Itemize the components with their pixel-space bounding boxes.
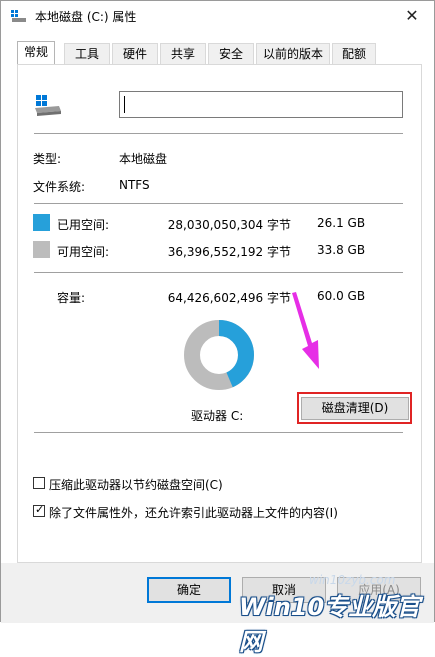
window-title: 本地磁盘 (C:) 属性 <box>35 10 137 24</box>
checkmark-icon: ✓ <box>35 503 45 516</box>
capacity-label: 容量: <box>57 291 86 305</box>
used-space-size: 26.1 GB <box>317 216 366 230</box>
drive-icon-small <box>11 10 26 22</box>
tab-general[interactable]: 常规 <box>17 41 55 65</box>
watermark-logo: Win10专业版官网 <box>239 593 421 656</box>
highlight-box-annotation <box>297 392 412 424</box>
filesystem-label: 文件系统: <box>33 180 86 194</box>
index-label: 除了文件属性外，还允许索引此驱动器上文件的内容(I) <box>49 506 338 520</box>
used-space-label: 已用空间: <box>57 218 110 232</box>
tab-sharing[interactable]: 共享 <box>160 43 206 64</box>
divider <box>34 133 403 134</box>
compress-checkbox[interactable] <box>33 477 45 489</box>
text-caret <box>124 96 125 113</box>
tab-tools[interactable]: 工具 <box>64 43 110 64</box>
drive-icon <box>35 95 61 116</box>
tab-security[interactable]: 安全 <box>208 43 254 64</box>
divider <box>34 203 403 204</box>
free-space-bytes: 36,396,552,192 字节 <box>167 245 291 259</box>
close-button[interactable]: ✕ <box>400 5 424 27</box>
type-label: 类型: <box>33 152 62 166</box>
free-space-size: 33.8 GB <box>317 243 366 257</box>
used-space-bytes: 28,030,050,304 字节 <box>167 218 291 232</box>
compress-label: 压缩此驱动器以节约磁盘空间(C) <box>49 478 223 492</box>
tab-quota[interactable]: 配额 <box>332 43 376 64</box>
tab-hardware[interactable]: 硬件 <box>112 43 158 64</box>
filesystem-value: NTFS <box>119 178 150 192</box>
title-bar: 本地磁盘 (C:) 属性 ✕ <box>1 1 434 31</box>
ok-button[interactable]: 确定 <box>147 577 231 603</box>
capacity-bytes: 64,426,602,496 字节 <box>167 291 291 305</box>
type-value: 本地磁盘 <box>119 152 168 166</box>
free-space-label: 可用空间: <box>57 245 110 259</box>
usage-donut-chart <box>184 320 254 390</box>
used-space-swatch <box>33 214 50 231</box>
free-space-swatch <box>33 241 50 258</box>
properties-window: 本地磁盘 (C:) 属性 ✕ 常规 工具 硬件 共享 安全 以前的版本 配额 类… <box>0 0 435 656</box>
close-icon: ✕ <box>405 6 419 25</box>
divider <box>34 272 403 273</box>
index-checkbox[interactable]: ✓ <box>33 503 45 517</box>
drive-label: 驱动器 C: <box>191 409 244 423</box>
watermark-url: win10zyb.com <box>309 573 396 587</box>
tab-previous-versions[interactable]: 以前的版本 <box>256 43 330 64</box>
pointer-arrow-annotation <box>292 292 319 369</box>
volume-name-input[interactable] <box>119 91 403 118</box>
divider <box>34 432 403 433</box>
